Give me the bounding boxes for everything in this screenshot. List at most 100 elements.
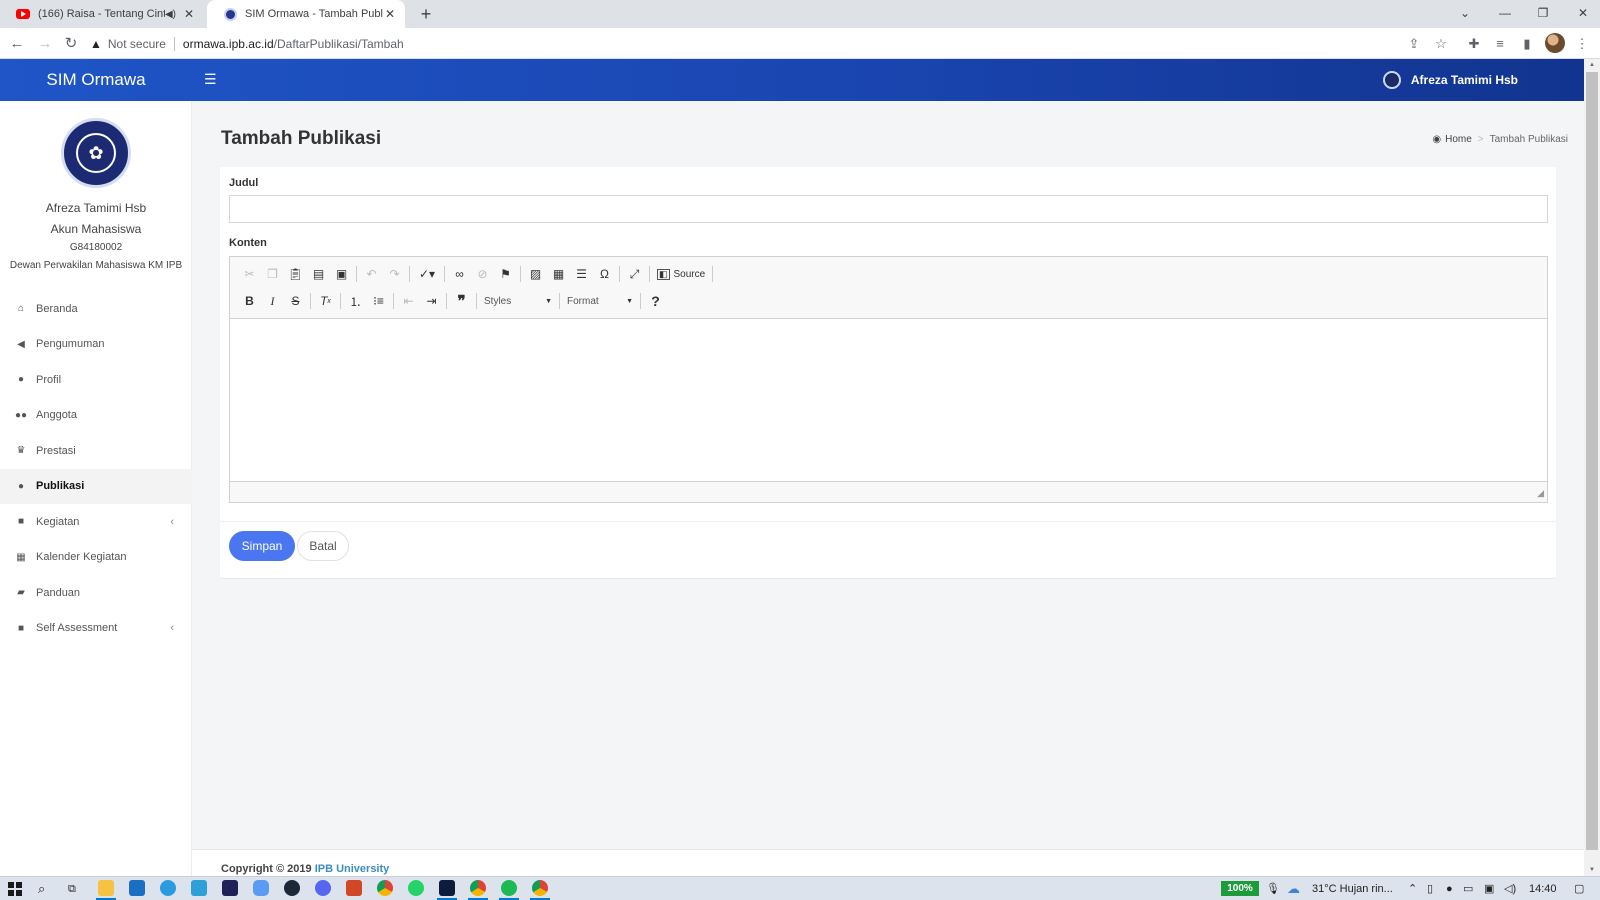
terminal-app-icon[interactable] [437,880,457,900]
steam-icon[interactable] [284,880,300,896]
sidebar-item-publikasi[interactable]: ● Publikasi [0,468,192,504]
paste-icon[interactable]: 📋︎ [284,263,307,285]
zoom-icon[interactable] [253,880,269,896]
profile-avatar[interactable] [1545,33,1565,53]
edge-icon[interactable] [160,880,176,896]
breadcrumb-home[interactable]: Home [1445,134,1472,145]
redo-icon[interactable]: ↷ [383,263,406,285]
browser-tab-sim-ormawa[interactable]: SIM Ormawa - Tambah Publikasi ✕ [207,0,405,28]
paste-text-icon[interactable]: ▤ [307,263,330,285]
discord-icon[interactable] [315,880,331,896]
special-char-omega-icon[interactable]: Ω [593,263,616,285]
undo-icon[interactable]: ↶ [360,263,383,285]
table-icon[interactable]: ▦ [547,263,570,285]
copy-icon[interactable]: ❐ [261,263,284,285]
task-view-icon[interactable]: ⧉ [68,877,76,900]
chrome-icon[interactable] [377,880,393,896]
media-queue-icon[interactable]: ≡ [1490,34,1510,54]
cut-icon[interactable]: ✂ [238,263,261,285]
strikethrough-icon[interactable]: S [284,290,307,312]
hamburger-menu-icon[interactable]: ☰ [204,59,217,101]
unlink-icon[interactable]: ⊘ [471,263,494,285]
reload-icon[interactable]: ↻ [60,33,82,55]
mic-tray-icon[interactable]: ● [1446,877,1453,900]
blockquote-icon[interactable]: ❞ [450,290,473,312]
spellcheck-icon[interactable]: ✓▾ [413,263,441,285]
mail-icon[interactable] [129,880,145,896]
sidebar-item-kegiatan[interactable]: ■ Kegiatan ‹ [0,504,192,540]
battery-tray-icon[interactable]: ▭ [1463,877,1473,900]
paste-from-word-icon[interactable]: ▣ [330,263,353,285]
link-icon[interactable]: ∞ [448,263,471,285]
network-icon[interactable]: ▣ [1484,877,1494,900]
notification-icon[interactable]: ▢ [1574,877,1584,900]
sidebar-item-beranda[interactable]: ⌂ Beranda [0,291,192,327]
search-icon[interactable]: ⌕ [38,877,45,900]
url-path[interactable]: /DaftarPublikasi/Tambah [274,37,404,51]
sidebar-item-anggota[interactable]: ●● Anggota [0,398,192,434]
judul-input[interactable] [229,195,1548,223]
side-panel-icon[interactable]: ▮ [1517,34,1537,54]
scroll-down-arrow-icon[interactable]: ▼ [1584,864,1600,876]
maximize-button[interactable]: ❐ [1526,0,1560,28]
security-label[interactable]: Not secure [108,37,166,51]
speaker-icon[interactable]: ◀) [165,9,176,20]
share-icon[interactable]: ⇪ [1404,34,1424,54]
spotify-icon[interactable] [499,880,519,900]
window-close-button[interactable]: ✕ [1566,0,1600,28]
save-button[interactable]: Simpan [229,531,295,561]
back-arrow-icon[interactable]: ← [6,33,28,55]
warning-triangle-icon[interactable]: ▲ [90,37,102,51]
kebab-menu-icon[interactable]: ⋮ [1572,34,1592,54]
weather-cloud-icon[interactable]: ☁ [1287,877,1300,900]
styles-dropdown[interactable]: Styles ▼ [480,290,556,312]
user-menu[interactable]: Afreza Tamimi Hsb [1382,59,1518,101]
resize-handle-icon[interactable]: ◢ [1537,488,1544,499]
clock-time[interactable]: 14:40 [1529,877,1557,900]
url-omnibox[interactable]: ▲ Not secure ormawa.ipb.ac.id/DaftarPubl… [90,31,1440,56]
weather-text[interactable]: 31°C Hujan rin... [1312,877,1393,900]
format-dropdown[interactable]: Format ▼ [563,290,637,312]
windows-start-icon[interactable] [8,882,22,896]
volume-icon[interactable]: ◁) [1504,877,1516,900]
browser-tab-youtube[interactable]: (166) Raisa - Tentang Cinta ( ◀) ✕ [0,0,204,28]
chevron-up-icon[interactable]: ⌃ [1408,877,1417,900]
help-icon[interactable]: ? [644,290,667,312]
anchor-flag-icon[interactable]: ⚑ [494,263,517,285]
indent-icon[interactable]: ⇥ [420,290,443,312]
sidebar-item-prestasi[interactable]: ♛ Prestasi [0,433,192,469]
sidebar-item-self-assessment[interactable]: ■ Self Assessment ‹ [0,611,192,647]
sidebar-item-profil[interactable]: ● Profil [0,362,192,398]
powerpoint-icon[interactable] [346,880,362,896]
cancel-button[interactable]: Batal [297,531,349,561]
chrome-window-icon[interactable] [530,880,550,900]
scroll-thumb[interactable] [1586,72,1598,850]
whatsapp-icon[interactable] [408,880,424,896]
bookmark-star-icon[interactable]: ☆ [1431,34,1451,54]
page-scrollbar[interactable]: ▲ ▼ [1584,59,1600,876]
tab-search-chevron-icon[interactable]: ⌄ [1448,0,1482,28]
minimize-button[interactable]: — [1488,0,1522,28]
tray-app-icon[interactable]: ▯ [1427,877,1433,900]
bold-icon[interactable]: B [238,290,261,312]
microphone-icon[interactable]: 🎙︎ [1266,877,1280,900]
maximize-icon[interactable]: ⤢ [623,263,646,285]
bulleted-list-icon[interactable]: ⁝≡ [367,290,390,312]
lightroom-icon[interactable] [191,880,207,896]
new-tab-button[interactable]: + [416,4,436,24]
tab-close-icon[interactable]: ✕ [383,7,397,21]
battery-indicator[interactable]: 100% [1221,881,1259,896]
ipb-university-link[interactable]: IPB University [315,863,390,875]
italic-icon[interactable]: I [261,290,284,312]
sidebar-item-pengumuman[interactable]: ◀ Pengumuman [0,327,192,363]
scroll-up-arrow-icon[interactable]: ▲ [1584,59,1600,71]
remove-format-icon[interactable]: Tx [314,290,337,312]
sidebar-item-panduan[interactable]: ▰ Panduan [0,575,192,611]
forward-arrow-icon[interactable]: → [34,33,56,55]
sidebar-item-kalender-kegiatan[interactable]: ▦ Kalender Kegiatan [0,540,192,576]
outdent-icon[interactable]: ⇤ [397,290,420,312]
horizontal-rule-icon[interactable]: ☰ [570,263,593,285]
source-button[interactable]: ◧ Source [653,263,709,285]
numbered-list-icon[interactable]: ⒈ [344,290,367,312]
chrome-profile-icon[interactable] [468,880,488,900]
